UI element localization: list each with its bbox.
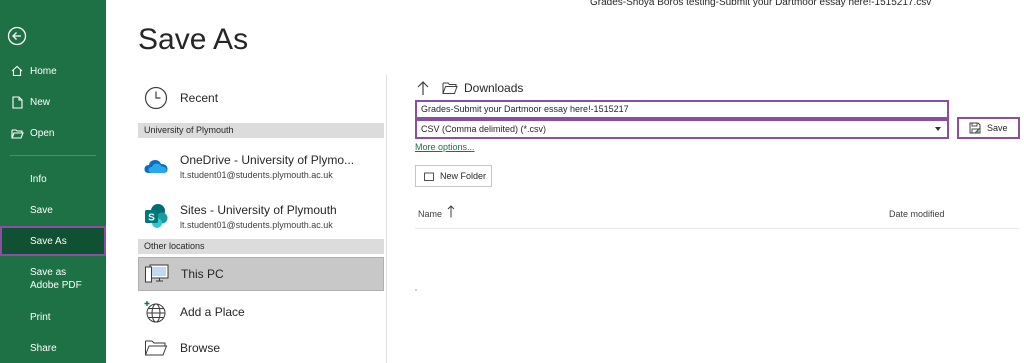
back-arrow-icon[interactable] — [7, 26, 27, 46]
new-folder-icon — [424, 172, 434, 181]
nav-save-as[interactable]: Save As — [0, 226, 106, 256]
nav-share-label: Share — [30, 342, 57, 354]
location-recent[interactable]: Recent — [138, 83, 384, 113]
folder-icon — [142, 334, 170, 362]
location-this-pc[interactable]: This PC — [138, 257, 384, 291]
sites-name: Sites - University of Plymouth — [180, 202, 337, 217]
save-button[interactable]: Save — [957, 117, 1020, 139]
nav-share[interactable]: Share — [0, 339, 106, 357]
nav-info[interactable]: Info — [0, 170, 106, 188]
new-document-icon — [10, 95, 24, 109]
new-folder-label: New Folder — [440, 171, 487, 181]
nav-save[interactable]: Save — [0, 201, 106, 219]
column-separator — [386, 75, 387, 363]
this-pc-label: This PC — [181, 267, 224, 281]
home-icon — [10, 64, 24, 78]
save-icon — [969, 122, 981, 134]
onedrive-email: lt.student01@students.plymouth.ac.uk — [180, 169, 333, 180]
nav-new[interactable]: New — [0, 93, 106, 111]
nav-open[interactable]: Open — [0, 124, 106, 142]
location-browse[interactable]: Browse — [138, 333, 384, 363]
svg-text:S: S — [148, 213, 155, 224]
folder-icon — [442, 82, 458, 94]
new-folder-button[interactable]: New Folder — [415, 165, 492, 187]
nav-save-label: Save — [30, 204, 53, 216]
nav-print[interactable]: Print — [0, 308, 106, 326]
open-folder-icon — [10, 126, 24, 140]
nav-save-as-adobe-pdf-label: Save as Adobe PDF — [30, 267, 82, 291]
globe-add-icon — [142, 298, 170, 326]
location-recent-label: Recent — [180, 91, 219, 105]
window-title: Grades-Shoya Boros testing-Submit your D… — [590, 0, 932, 8]
location-add-place[interactable]: Add a Place — [138, 295, 384, 329]
header-divider — [415, 228, 1020, 229]
backstage-nav: Home New Open Info Save Save As Save as … — [0, 0, 106, 363]
add-place-label: Add a Place — [180, 305, 245, 319]
sites-email: lt.student01@students.plymouth.ac.uk — [180, 219, 333, 230]
nav-info-label: Info — [30, 173, 47, 185]
onedrive-cloud-icon — [142, 152, 170, 180]
page-title: Save As — [138, 23, 249, 56]
nav-open-label: Open — [30, 127, 55, 139]
chevron-down-icon — [935, 127, 941, 131]
breadcrumb: Downloads — [416, 80, 523, 96]
breadcrumb-folder[interactable]: Downloads — [464, 81, 523, 95]
section-other: Other locations — [138, 239, 384, 254]
nav-print-label: Print — [30, 311, 51, 323]
clock-icon — [142, 84, 170, 112]
sharepoint-icon: S — [142, 202, 170, 230]
nav-home-label: Home — [30, 65, 57, 77]
sort-ascending-icon — [447, 205, 455, 218]
more-options-link[interactable]: More options... — [415, 142, 475, 152]
up-arrow-icon[interactable] — [416, 80, 430, 96]
column-header-name[interactable]: Name — [418, 209, 442, 219]
location-onedrive[interactable]: OneDrive - University of Plymo... lt.stu… — [138, 147, 384, 185]
column-header-date-modified[interactable]: Date modified — [889, 209, 945, 219]
save-button-label: Save — [987, 123, 1008, 133]
nav-divider — [10, 155, 96, 156]
file-list-area — [415, 289, 417, 291]
nav-new-label: New — [30, 96, 51, 108]
locations-list: Recent University of Plymouth OneDrive -… — [138, 75, 386, 363]
filetype-select[interactable]: CSV (Comma delimited) (*.csv) — [415, 119, 949, 139]
browse-label: Browse — [180, 341, 221, 355]
onedrive-name: OneDrive - University of Plymo... — [180, 152, 355, 167]
nav-home[interactable]: Home — [0, 62, 106, 80]
nav-save-as-label: Save As — [30, 235, 67, 247]
computer-icon — [143, 260, 171, 288]
filename-input[interactable]: Grades-Submit your Dartmoor essay here!-… — [415, 100, 949, 119]
location-sites[interactable]: S Sites - University of Plymouth lt.stud… — [138, 197, 384, 235]
nav-save-as-adobe-pdf[interactable]: Save as Adobe PDF — [0, 264, 106, 294]
section-university: University of Plymouth — [138, 123, 384, 138]
filetype-value: CSV (Comma delimited) (*.csv) — [421, 124, 547, 134]
